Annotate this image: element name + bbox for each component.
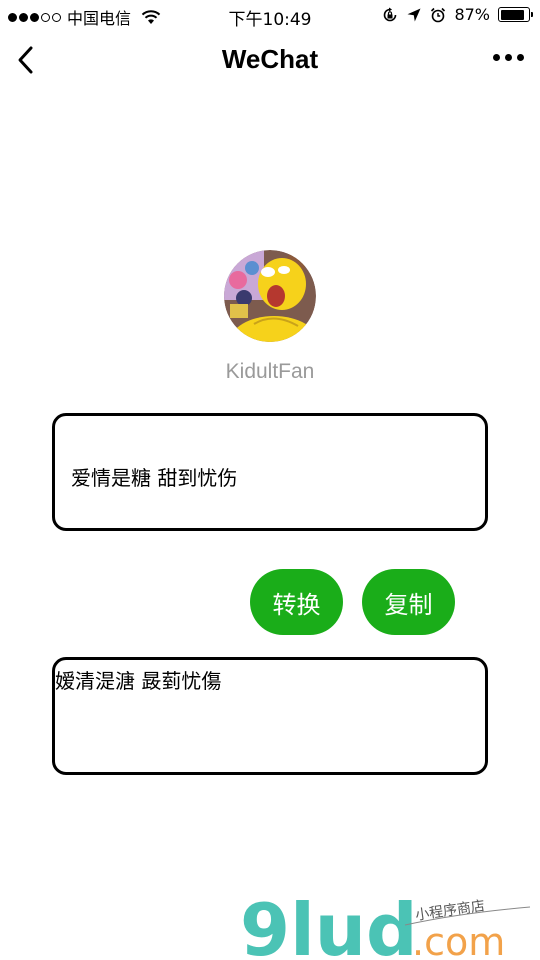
convert-button[interactable]: 转换 [250, 569, 343, 635]
battery-icon [498, 7, 533, 22]
more-dots-icon[interactable] [493, 54, 524, 61]
output-textarea[interactable]: 嫒清湜溏 晸菿忧傷 [52, 657, 488, 775]
nav-bar: WeChat [0, 30, 540, 90]
watermark-brand: 9lud [240, 888, 418, 960]
battery-percent: 87% [454, 5, 490, 24]
alarm-icon [431, 7, 446, 22]
avatar [224, 250, 316, 342]
status-right: 87% [382, 5, 533, 24]
copy-button[interactable]: 复制 [362, 569, 455, 635]
username: KidultFan [225, 360, 315, 383]
status-bar: 中国电信 下午10:49 87% [0, 0, 540, 30]
watermark-logo: 9lud .com 小程序商店 [240, 888, 531, 960]
input-text: 爱情是糖 甜到忧伤 [71, 466, 238, 490]
page-title: WeChat [221, 44, 319, 74]
input-textarea[interactable]: 爱情是糖 甜到忧伤 [52, 413, 488, 531]
watermark-domain: .com [412, 920, 505, 960]
rotation-lock-icon [384, 7, 397, 21]
output-text: 嫒清湜溏 晸菿忧傷 [55, 669, 222, 693]
location-icon [407, 8, 421, 21]
